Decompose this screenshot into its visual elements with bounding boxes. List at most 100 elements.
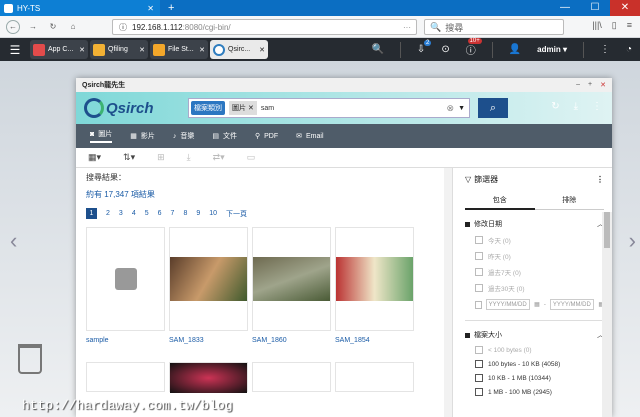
filter-more-icon[interactable]: ⋮ — [596, 175, 604, 184]
search-query[interactable]: sam — [261, 105, 274, 112]
result-name[interactable]: SAM_1833 — [169, 337, 248, 344]
checkbox[interactable] — [475, 284, 483, 292]
browser-tab[interactable]: HY-TS ✕ — [0, 0, 160, 16]
result-item[interactable]: SAM_1833 — [169, 227, 248, 362]
page-link[interactable]: 6 — [158, 210, 162, 217]
home-button[interactable]: ⌂ — [66, 20, 80, 34]
page-link[interactable]: 5 — [145, 210, 149, 217]
user-avatar-icon[interactable]: 👤 — [509, 44, 521, 55]
checkbox[interactable] — [475, 300, 482, 309]
date-option[interactable]: 過去7天 (0) — [465, 267, 604, 277]
external-device-icon[interactable]: ⊙ — [441, 44, 449, 55]
scrollbar-thumb[interactable] — [604, 212, 610, 248]
sidebar-icon[interactable]: ▯ — [612, 20, 617, 31]
app-tab-close-icon[interactable]: ✕ — [139, 46, 145, 54]
checkbox[interactable] — [475, 252, 483, 260]
results-scrollbar[interactable] — [444, 168, 452, 417]
desktop-next-arrow-icon[interactable]: › — [629, 228, 636, 254]
thumbnail[interactable] — [252, 362, 331, 392]
close-icon[interactable]: ✕ — [600, 81, 606, 89]
search-icon[interactable]: 🔍 — [371, 44, 383, 55]
search-button[interactable]: ⌕ — [478, 98, 508, 118]
library-icon[interactable]: |||\ — [592, 20, 602, 31]
app-tab-qsirch[interactable]: Qsirc... ✕ — [210, 40, 268, 59]
result-name[interactable]: SAM_1854 — [335, 337, 414, 344]
tab-close-icon[interactable]: ✕ — [147, 4, 154, 13]
reload-button[interactable]: ↻ — [46, 20, 60, 34]
checkbox[interactable] — [475, 360, 483, 368]
tab-include[interactable]: 包含 — [465, 195, 535, 210]
maximize-icon[interactable]: + — [588, 81, 592, 89]
minimize-icon[interactable]: — — [550, 0, 580, 16]
page-actions-icon[interactable]: ··· — [403, 23, 411, 32]
page-link[interactable]: 8 — [183, 210, 187, 217]
user-menu[interactable]: admin ▾ — [537, 45, 567, 54]
clear-search-icon[interactable]: ⊗ — [447, 103, 455, 114]
window-scrollbar[interactable] — [602, 212, 612, 417]
download-icon[interactable]: ⤓ — [574, 101, 578, 112]
recycle-bin-icon[interactable] — [18, 344, 42, 374]
app-tab-close-icon[interactable]: ✕ — [259, 46, 265, 54]
page-link[interactable]: 3 — [119, 210, 123, 217]
page-link[interactable]: 7 — [171, 210, 175, 217]
tab-images[interactable]: ◙ 圖片 — [90, 129, 113, 143]
result-item[interactable]: SAM_1854 — [335, 227, 414, 362]
tab-documents[interactable]: ▤ 文件 — [212, 131, 237, 141]
menu-icon[interactable]: ≡ — [627, 20, 632, 31]
background-tasks-icon[interactable]: ⇩ 2 — [417, 40, 432, 55]
date-section-header[interactable]: 修改日期 ︿ — [465, 219, 604, 229]
size-option[interactable]: 1 MB - 100 MB (2945) — [465, 388, 604, 396]
thumbnail[interactable] — [86, 362, 165, 392]
page-link[interactable]: 2 — [106, 210, 110, 217]
event-notification-icon[interactable]: ⓘ 10+ — [466, 38, 482, 57]
select-icon[interactable]: ⊞ — [157, 152, 165, 163]
size-section-header[interactable]: 檔案大小 ︿ — [465, 330, 604, 340]
sort-icon[interactable]: ⇅▾ — [123, 152, 135, 163]
calendar-icon[interactable]: ▦ — [534, 301, 540, 308]
new-tab-button[interactable]: + — [168, 2, 174, 14]
window-titlebar[interactable]: Qsirch龍先生 – + ✕ — [76, 78, 612, 92]
filter-chip-value[interactable]: 圖片 ✕ — [229, 101, 257, 115]
thumbnail[interactable] — [86, 227, 165, 331]
result-item[interactable]: sample — [86, 227, 165, 362]
tab-videos[interactable]: ▦ 影片 — [130, 131, 155, 141]
close-window-icon[interactable]: ✕ — [610, 0, 640, 16]
dashboard-icon[interactable]: ◔ — [626, 44, 632, 55]
thumbnail[interactable] — [169, 362, 248, 393]
main-menu-icon[interactable]: ☰ — [0, 43, 30, 57]
result-item[interactable]: SAM_1860 — [252, 227, 331, 362]
back-button[interactable]: ← — [6, 19, 20, 34]
tab-pdf[interactable]: ⚲ PDF — [255, 132, 278, 141]
page-link[interactable]: 10 — [209, 210, 217, 217]
checkbox[interactable] — [475, 268, 483, 276]
result-name[interactable]: SAM_1860 — [252, 337, 331, 344]
tab-music[interactable]: ♪ 音樂 — [173, 131, 195, 141]
desktop-prev-arrow-icon[interactable]: ‹ — [10, 228, 17, 254]
thumbnail[interactable] — [335, 227, 414, 331]
app-tab-close-icon[interactable]: ✕ — [79, 46, 85, 54]
checkbox[interactable] — [475, 388, 483, 396]
more-options-icon[interactable]: ⋮ — [592, 101, 602, 112]
size-option[interactable]: 10 KB - 1 MB (10344) — [465, 374, 604, 382]
share-icon[interactable]: ⇄▾ — [213, 152, 225, 163]
size-option[interactable]: 100 bytes - 10 KB (4058) — [465, 360, 604, 368]
download-selected-icon[interactable]: ⤓ — [187, 152, 191, 163]
open-folder-icon[interactable]: ▭ — [247, 152, 256, 163]
tab-email[interactable]: ✉ Email — [296, 132, 323, 141]
page-link[interactable]: 9 — [196, 210, 200, 217]
maximize-icon[interactable]: ☐ — [580, 0, 610, 16]
checkbox[interactable] — [475, 236, 483, 244]
tab-exclude[interactable]: 排除 — [534, 195, 604, 210]
browser-search-field[interactable]: 🔍 搜尋 — [424, 19, 564, 35]
refresh-icon[interactable]: ↻ — [551, 101, 559, 112]
thumbnail[interactable] — [169, 227, 248, 331]
result-name[interactable]: sample — [86, 337, 165, 344]
date-option[interactable]: 今天 (0) — [465, 235, 604, 245]
forward-button[interactable]: → — [26, 20, 40, 34]
search-box[interactable]: 檔案類別 圖片 ✕ sam ⊗ ▼ — [188, 98, 470, 118]
date-option[interactable]: 過去30天 (0) — [465, 283, 604, 293]
page-link[interactable]: 4 — [132, 210, 136, 217]
thumbnail[interactable] — [252, 227, 331, 331]
app-tab-app-center[interactable]: App C... ✕ — [30, 40, 88, 59]
next-page-link[interactable]: 下一頁 — [226, 209, 247, 219]
